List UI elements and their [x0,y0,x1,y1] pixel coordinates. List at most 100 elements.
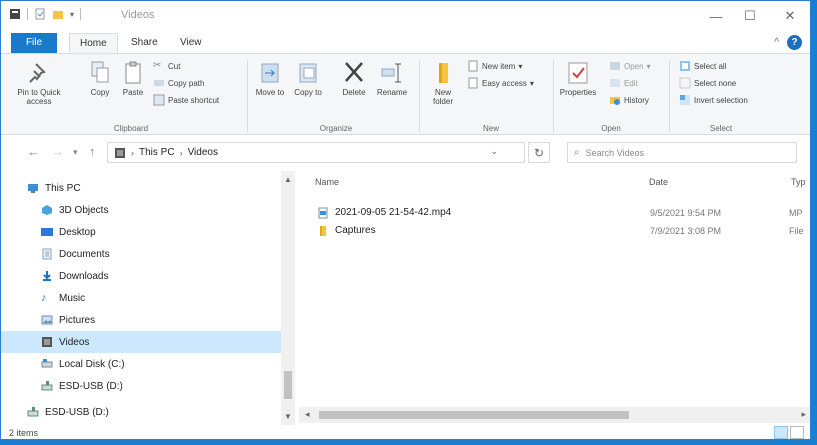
scroll-right-icon[interactable]: ▸ [801,409,806,420]
collapse-ribbon-icon[interactable]: ^ [774,37,779,48]
move-to-button[interactable]: Move to [255,60,285,97]
scroll-up-icon[interactable]: ▲ [284,175,292,184]
nav-item-label: ESD-USB (D:) [59,380,123,392]
nav-item-local-disk-c[interactable]: Local Disk (C:) [1,353,281,375]
properties-button[interactable]: Properties [557,60,599,97]
up-arrow-icon[interactable]: ↑ [89,144,96,159]
invert-selection-button[interactable]: Invert selection [679,94,748,106]
rename-button[interactable]: Rename [375,60,409,97]
new-item-button[interactable]: New item ▾ [467,60,522,72]
open-group-label: Open [601,124,621,133]
select-all-icon [679,60,691,72]
new-folder-qat-icon[interactable] [52,8,64,20]
qat-separator [27,8,28,20]
nav-scroll-thumb[interactable] [284,371,292,399]
tab-file[interactable]: File [11,33,57,54]
cut-label: Cut [168,61,181,71]
nav-item-this-pc[interactable]: This PC [1,177,281,199]
item-count: 2 items [9,428,39,438]
nav-item-label: Documents [59,248,110,260]
copy-button[interactable]: Copy [87,60,113,97]
nav-item-videos[interactable]: Videos [1,331,281,353]
invert-selection-icon [679,94,691,106]
maximize-button[interactable]: ☐ [728,1,772,31]
copy-path-button[interactable]: Copy path [153,77,204,89]
nav-scrollbar[interactable]: ▲ ▼ [281,171,295,425]
column-header-name[interactable]: Name [315,177,339,187]
column-header-type[interactable]: Typ [791,177,806,187]
address-history-chevron-icon[interactable]: ⌄ [490,146,498,157]
help-icon[interactable]: ? [787,35,802,50]
delete-button[interactable]: Delete [337,60,371,97]
chevron-down-icon: ▾ [646,61,651,71]
details-view-icon[interactable] [774,426,788,439]
chevron-down-icon: ▾ [518,61,523,71]
edit-button[interactable]: Edit [609,77,638,89]
nav-item-downloads[interactable]: Downloads [1,265,281,287]
select-none-icon [679,77,691,89]
scroll-left-icon[interactable]: ◂ [305,409,310,420]
rename-label: Rename [376,88,408,97]
forward-arrow-icon[interactable]: → [51,144,64,159]
organize-group-label: Organize [319,124,353,133]
pin-to-quick-access-button[interactable]: Pin to Quick access [15,60,63,106]
easy-access-button[interactable]: Easy access ▾ [467,77,534,89]
new-folder-button[interactable]: New folder [425,60,461,106]
file-name: 2021-09-05 21-54-42.mp4 [335,207,452,218]
tab-home[interactable]: Home [69,33,118,54]
breadcrumb-videos[interactable]: Videos [188,147,218,158]
copy-to-button[interactable]: Copy to [293,60,323,97]
nav-item-desktop[interactable]: Desktop [1,221,281,243]
nav-item-documents[interactable]: Documents [1,243,281,265]
videos-icon [41,336,53,348]
copy-label: Copy [90,88,110,97]
nav-item-label: Music [59,292,86,304]
breadcrumb-this-pc[interactable]: This PC [139,147,175,158]
history-button[interactable]: History [609,94,649,106]
group-divider [553,60,554,132]
paste-button[interactable]: Paste [119,60,147,97]
large-icons-view-icon[interactable] [790,426,804,439]
properties-qat-icon[interactable] [34,8,46,20]
select-group-label: Select [709,124,733,133]
window-icon [9,8,21,20]
select-all-button[interactable]: Select all [679,60,726,72]
usb-drive-icon [27,406,39,418]
search-box[interactable]: ⌕ [567,142,797,163]
nav-item-esd-usb-d-root[interactable]: ESD-USB (D:) [1,401,281,423]
pin-icon [29,63,46,83]
tab-view[interactable]: View [170,33,212,54]
group-divider [669,60,670,132]
nav-item-3d-objects[interactable]: 3D Objects [1,199,281,221]
recent-locations-chevron-icon[interactable]: ▾ [73,147,78,158]
pc-icon [27,182,39,194]
horizontal-scroll-thumb[interactable] [319,411,629,419]
close-button[interactable]: ✕ [768,1,810,31]
paste-shortcut-button[interactable]: Paste shortcut [153,94,219,106]
nav-item-esd-usb-d[interactable]: ESD-USB (D:) [1,375,281,397]
select-none-label: Select none [694,78,737,88]
file-date: 9/5/2021 9:54 PM [650,207,722,218]
column-header-date[interactable]: Date [649,177,668,187]
back-arrow-icon[interactable]: ← [27,144,40,159]
refresh-icon: ↻ [533,145,545,160]
new-folder-icon [439,63,448,83]
nav-item-label: 3D Objects [59,204,109,216]
nav-item-music[interactable]: ♪ Music [1,287,281,309]
file-list-horizontal-scrollbar[interactable]: ◂ ▸ [299,407,810,423]
select-none-button[interactable]: Select none [679,77,736,89]
qat-dropdown-icon[interactable]: ▾ [70,10,74,19]
address-bar[interactable]: › This PC › Videos ⌄ [107,142,525,163]
search-input[interactable] [585,147,776,158]
file-row[interactable]: Captures 7/9/2021 3:08 PM File [309,221,809,240]
file-row[interactable]: 2021-09-05 21-54-42.mp4 9/5/2021 9:54 PM… [309,203,809,222]
refresh-button[interactable]: ↻ [528,142,550,163]
nav-item-pictures[interactable]: Pictures [1,309,281,331]
videos-icon [114,147,126,159]
scroll-down-icon[interactable]: ▼ [284,412,292,421]
pictures-icon [41,314,53,326]
tab-share[interactable]: Share [121,33,168,54]
group-divider [419,60,420,132]
open-button[interactable]: Open ▾ [609,60,651,72]
cut-button[interactable]: ✂ Cut [153,60,180,72]
